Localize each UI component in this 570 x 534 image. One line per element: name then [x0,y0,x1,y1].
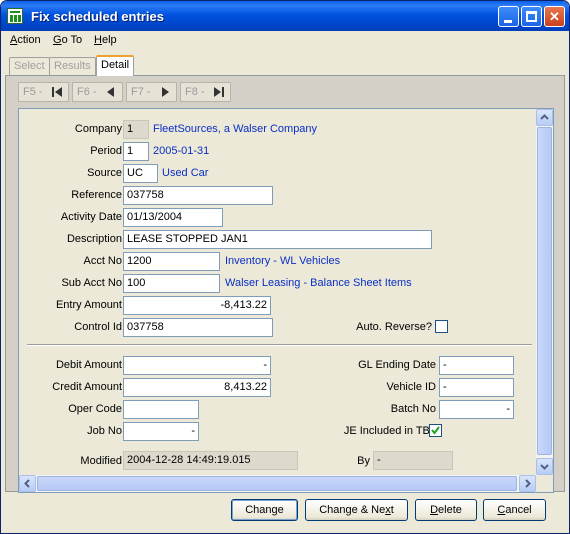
je-included-label: JE Included in TB? [343,425,436,437]
menu-help[interactable]: Help [94,34,117,46]
scroll-left-button[interactable] [19,475,36,492]
last-icon [214,87,224,97]
job-no-field[interactable]: - [123,422,199,441]
batch-no-label: Batch No [390,403,436,415]
first-icon [52,87,62,97]
control-id-label: Control Id [74,321,122,333]
je-included-checkbox[interactable] [429,424,442,437]
scroll-down-icon [540,464,549,470]
change-button[interactable]: Change [231,499,298,521]
previous-record-button[interactable]: F6 - [72,82,123,102]
minimize-icon [504,20,512,23]
credit-amount-label: Credit Amount [52,381,122,393]
entry-amount-field[interactable]: -8,413.22 [123,296,271,315]
section-divider [27,344,532,346]
modified-label: Modified [80,455,122,467]
job-no-label: Job No [87,425,122,437]
minimize-button[interactable] [498,6,519,27]
close-icon: ✕ [549,9,560,24]
description-label: Description [66,233,122,245]
reference-field[interactable]: 037758 [123,186,273,205]
auto-reverse-label: Auto. Reverse? [356,321,432,333]
maximize-button[interactable] [521,6,542,27]
activity-date-label: Activity Date [60,211,122,223]
vehicle-id-field[interactable]: - [439,378,514,397]
oper-code-field[interactable] [123,400,199,419]
vehicle-id-label: Vehicle ID [386,381,436,393]
detail-form: Company 1 FleetSources, a Walser Company… [19,109,536,475]
app-icon [7,8,23,24]
window-title: Fix scheduled entries [31,9,164,24]
app-window: Fix scheduled entries ✕ Action Go To Hel… [0,0,570,534]
checkmark-icon [431,426,440,435]
scroll-right-icon [525,479,531,488]
detail-panel: F5 - F6 - F7 - F8 - Company 1 FleetSourc… [5,75,565,493]
reference-label: Reference [71,189,122,201]
modified-field: 2004-12-28 14:49:19.015 [123,451,298,470]
source-field[interactable]: UC [123,164,158,183]
acct-name: Inventory - WL Vehicles [225,255,341,267]
scroll-corner [536,475,553,492]
gl-ending-date-label: GL Ending Date [358,359,436,371]
previous-icon [107,87,114,97]
period-date: 2005-01-31 [153,145,210,157]
company-name: FleetSources, a Walser Company [153,123,318,135]
detail-scroll-area[interactable]: Company 1 FleetSources, a Walser Company… [18,108,554,493]
change-and-next-button[interactable]: Change & Next [305,499,408,521]
description-field[interactable]: LEASE STOPPED JAN1 [123,230,432,249]
tab-select[interactable]: Select [9,57,50,75]
gl-ending-date-field[interactable]: - [439,356,514,375]
entry-amount-label: Entry Amount [55,299,122,311]
maximize-icon [526,11,537,22]
debit-amount-field[interactable]: - [123,356,271,375]
close-button[interactable]: ✕ [544,6,565,27]
vertical-scroll-thumb[interactable] [537,127,552,455]
last-record-button[interactable]: F8 - [180,82,231,102]
scroll-down-button[interactable] [536,458,553,475]
oper-code-label: Oper Code [68,403,122,415]
menu-action[interactable]: Action [10,34,41,46]
menu-bar: Action Go To Help [1,31,569,51]
acct-no-label: Acct No [83,255,122,267]
acct-no-field[interactable]: 1200 [123,252,220,271]
menu-goto[interactable]: Go To [53,34,82,46]
tab-results[interactable]: Results [49,57,96,75]
delete-button[interactable]: Delete [415,499,477,521]
sub-acct-no-label: Sub Acct No [61,277,122,289]
title-bar[interactable]: Fix scheduled entries ✕ [1,1,569,31]
first-record-button[interactable]: F5 - [18,82,69,102]
by-label: By [357,455,370,467]
horizontal-scroll-thumb[interactable] [37,476,517,491]
activity-date-field[interactable]: 01/13/2004 [123,208,223,227]
company-field[interactable]: 1 [123,120,149,139]
source-label: Source [87,167,122,179]
next-icon [162,87,169,97]
horizontal-scrollbar[interactable] [19,475,536,492]
credit-amount-field[interactable]: 8,413.22 [123,378,271,397]
debit-amount-label: Debit Amount [55,359,122,371]
company-label: Company [74,123,122,135]
period-field[interactable]: 1 [123,142,149,161]
scroll-right-button[interactable] [519,475,536,492]
by-field: - [373,451,453,470]
tab-detail[interactable]: Detail [96,55,135,76]
sub-acct-no-field[interactable]: 100 [123,274,220,293]
sub-acct-name: Walser Leasing - Balance Sheet Items [225,277,412,289]
source-name: Used Car [162,167,209,179]
control-id-field[interactable]: 037758 [123,318,273,337]
scroll-left-icon [24,479,30,488]
scroll-up-button[interactable] [536,109,553,126]
scroll-up-icon [540,114,549,120]
vertical-scrollbar[interactable] [536,109,553,475]
cancel-button[interactable]: Cancel [483,499,546,521]
auto-reverse-checkbox[interactable] [435,320,448,333]
next-record-button[interactable]: F7 - [126,82,177,102]
period-label: Period [90,145,122,157]
batch-no-field[interactable]: - [439,400,514,419]
